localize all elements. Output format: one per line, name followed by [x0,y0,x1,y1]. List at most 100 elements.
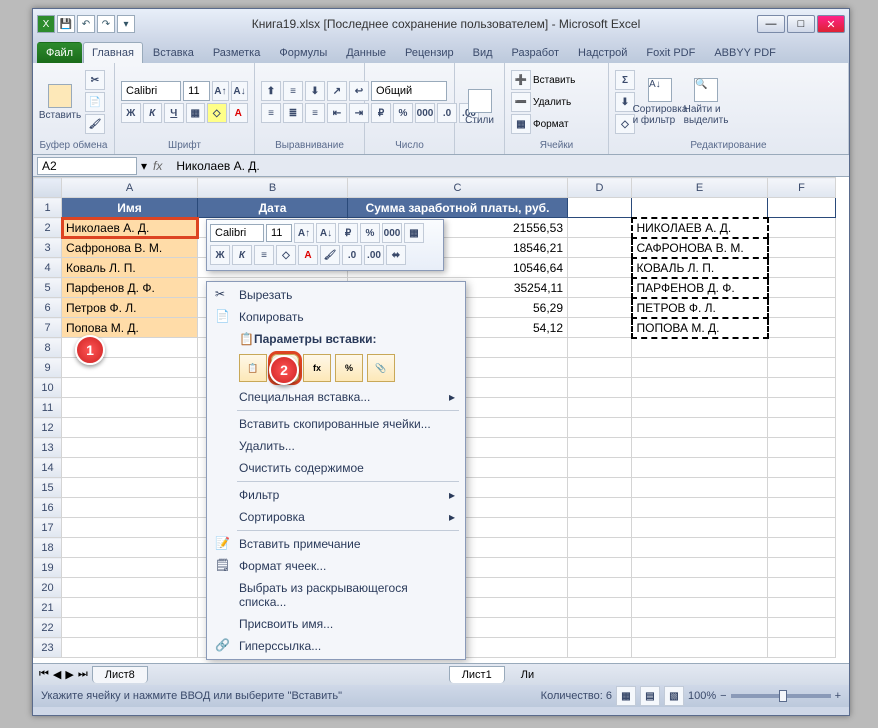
cell[interactable] [568,478,632,498]
cell[interactable] [568,198,632,218]
cell[interactable]: Николаев А. Д. [62,218,198,238]
delete-cell-icon[interactable]: ➖ [511,92,531,112]
row-header[interactable]: 20 [34,578,62,598]
cell[interactable] [768,458,836,478]
cell[interactable] [768,518,836,538]
col-header[interactable]: E [632,178,768,198]
cell[interactable] [568,398,632,418]
ctx-copy[interactable]: 📄Копировать [209,306,463,328]
cell[interactable] [568,338,632,358]
tab-nav-prev-icon[interactable]: ◀ [53,668,61,681]
cell[interactable] [632,458,768,478]
cell[interactable] [632,338,768,358]
cell[interactable] [568,358,632,378]
minimize-button[interactable]: — [757,15,785,33]
cell[interactable] [568,578,632,598]
cell[interactable] [632,498,768,518]
align-center-icon[interactable]: ≣ [283,103,303,123]
styles-button[interactable]: Стили [461,85,498,130]
worksheet[interactable]: ABCDEF1ИмяДатаСумма заработной платы, ру… [33,177,849,663]
row-header[interactable]: 3 [34,238,62,258]
cell[interactable] [62,478,198,498]
brush-icon[interactable]: 🖌 [85,114,105,134]
cell[interactable] [768,578,836,598]
cell[interactable] [632,518,768,538]
cell[interactable] [62,398,198,418]
align-left-icon[interactable]: ≡ [261,103,281,123]
ctx-sort[interactable]: Сортировка [209,506,463,528]
maximize-button[interactable]: □ [787,15,815,33]
orient-icon[interactable]: ↗ [327,81,347,101]
cell[interactable] [768,498,836,518]
cell[interactable] [768,338,836,358]
cell[interactable]: Дата [198,198,348,218]
cell[interactable] [62,518,198,538]
close-button[interactable]: ✕ [817,15,845,33]
cell[interactable] [568,258,632,278]
paste-format-button[interactable]: % [335,354,363,382]
qat-more-icon[interactable]: ▾ [117,15,135,33]
undo-icon[interactable]: ↶ [77,15,95,33]
formula-input[interactable]: Николаев А. Д. [172,157,845,175]
find-button[interactable]: 🔍Найти и выделить [685,74,727,130]
cell[interactable] [768,558,836,578]
cell[interactable] [632,578,768,598]
cell[interactable]: Петров Ф. Л. [62,298,198,318]
cell[interactable]: Сумма заработной платы, руб. [348,198,568,218]
cell[interactable] [568,418,632,438]
ctx-dropdown[interactable]: Выбрать из раскрывающегося списка... [209,577,463,613]
cell[interactable]: ПОПОВА М. Д. [632,318,768,338]
tab-home[interactable]: Главная [83,42,143,63]
cell[interactable]: Имя [62,198,198,218]
cell[interactable] [62,538,198,558]
row-header[interactable]: 17 [34,518,62,538]
cell[interactable] [632,478,768,498]
cell[interactable] [62,558,198,578]
tab-foxit[interactable]: Foxit PDF [637,42,704,63]
ctx-cut[interactable]: ✂Вырезать [209,284,463,306]
zoom-in-icon[interactable]: + [835,690,841,702]
cell[interactable] [768,438,836,458]
cell[interactable] [568,618,632,638]
cell[interactable] [62,498,198,518]
cell[interactable] [632,418,768,438]
row-header[interactable]: 21 [34,598,62,618]
cell[interactable] [568,378,632,398]
grow-font-icon[interactable]: A↑ [212,81,229,101]
redo-icon[interactable]: ↷ [97,15,115,33]
cell[interactable] [568,638,632,658]
tab-data[interactable]: Данные [337,42,395,63]
mini-comma-icon[interactable]: 000 [382,223,402,243]
ctx-filter[interactable]: Фильтр [209,484,463,506]
save-icon[interactable]: 💾 [57,15,75,33]
tab-nav-first-icon[interactable]: ⏮ [39,668,49,681]
cell[interactable] [62,638,198,658]
cell[interactable] [632,618,768,638]
mini-font[interactable]: Calibri [210,224,264,242]
cell[interactable]: Попова М. Д. [62,318,198,338]
col-header[interactable]: D [568,178,632,198]
outdent-icon[interactable]: ⇤ [327,103,347,123]
cell[interactable] [568,538,632,558]
font-select[interactable]: Calibri [121,81,181,101]
row-header[interactable]: 11 [34,398,62,418]
inc-dec-icon[interactable]: .0 [437,103,457,123]
col-header[interactable]: A [62,178,198,198]
mini-italic[interactable]: К [232,245,252,265]
row-header[interactable]: 2 [34,218,62,238]
cell[interactable] [632,358,768,378]
cell[interactable] [768,218,836,238]
row-header[interactable]: 1 [34,198,62,218]
row-header[interactable]: 16 [34,498,62,518]
cell[interactable] [632,598,768,618]
cell[interactable] [62,438,198,458]
cell[interactable]: Парфенов Д. Ф. [62,278,198,298]
cell[interactable] [768,278,836,298]
row-header[interactable]: 14 [34,458,62,478]
cell[interactable] [568,558,632,578]
mini-fill-icon[interactable]: ◇ [276,245,296,265]
border-icon[interactable]: ▦ [186,103,206,123]
view-break-icon[interactable]: ▧ [664,686,684,706]
mini-border-icon[interactable]: ▦ [404,223,424,243]
row-header[interactable]: 15 [34,478,62,498]
